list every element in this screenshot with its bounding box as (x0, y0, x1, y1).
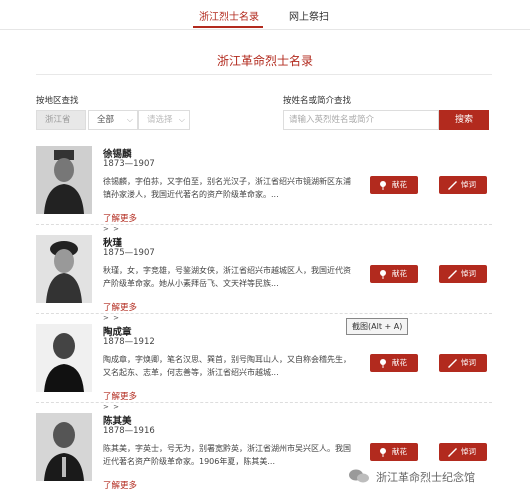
martyr-description: 陶成章，字焕卿，笔名汉思、巽首，别号陶耳山人，又自称会稽先生，又名起东、志革，何… (103, 355, 351, 377)
tab-martyr-list[interactable]: 浙江烈士名录 (199, 8, 259, 23)
more-arrows: > > (103, 403, 120, 411)
wechat-icon (349, 469, 369, 483)
pen-icon (448, 270, 457, 279)
pen-icon (448, 448, 457, 457)
martyr-photo (36, 324, 92, 392)
watermark: 浙江革命烈士纪念馆 (348, 462, 526, 490)
tab-online-memorial[interactable]: 网上祭扫 (289, 8, 329, 23)
martyr-description: 陈其美，字英士，号无为，别署宽黔英，浙江省湖州市吴兴区人。我国近代著名资产阶级革… (103, 444, 351, 466)
screenshot-tooltip: 截图(Alt + A) (346, 318, 409, 335)
tribute-button[interactable]: 悼词 (439, 176, 487, 194)
name-search-label: 按姓名或简介查找 (283, 96, 352, 106)
learn-more-link[interactable]: 了解更多 (103, 301, 137, 313)
top-tab-bar: 浙江烈士名录 网上祭扫 (0, 0, 530, 30)
martyr-name: 徐锡麟 (103, 149, 132, 160)
district-select-value: 请选择 (147, 115, 173, 125)
martyr-photo (36, 413, 92, 481)
province-select[interactable]: 浙江省 (36, 110, 86, 130)
offer-flower-button[interactable]: 献花 (370, 176, 418, 194)
martyr-card: 陶成章 1878—1912 陶成章，字焕卿，笔名汉思、巽首，别号陶耳山人，又自称… (36, 324, 492, 412)
martyr-name: 陶成章 (103, 327, 132, 338)
flower-icon (380, 270, 386, 279)
chevron-down-icon: ⌵ (126, 115, 133, 124)
martyr-card: 徐锡麟 1873—1907 徐锡麟，字伯荪，又字伯至，别名光汉子，浙江省绍兴市镜… (36, 146, 492, 234)
martyr-description: 秋瑾，女，字竞雄，号鉴湖女侠，浙江省绍兴市越城区人，我国近代资产阶级革命家。她从… (103, 266, 351, 288)
martyr-name: 秋瑾 (103, 238, 123, 249)
page-title: 浙江革命烈士名录 (216, 54, 313, 68)
province-select-value: 浙江省 (45, 115, 71, 125)
tribute-button[interactable]: 悼词 (439, 443, 487, 461)
watermark-text: 浙江革命烈士纪念馆 (376, 471, 475, 484)
city-select[interactable]: 全部 ⌵ (88, 110, 138, 130)
search-input[interactable]: 请输入英烈姓名或简介 (283, 110, 439, 130)
martyr-photo (36, 235, 92, 303)
learn-more-link[interactable]: 了解更多 (103, 212, 137, 224)
title-divider (36, 74, 492, 75)
region-filter-label: 按地区查找 (36, 96, 79, 106)
flower-icon (380, 181, 386, 190)
chevron-down-icon: ⌵ (178, 115, 185, 124)
active-tab-indicator (193, 26, 263, 28)
martyr-years: 1878—1912 (103, 337, 155, 347)
more-arrows: > > (103, 225, 120, 233)
learn-more-link[interactable]: 了解更多 (103, 390, 137, 402)
martyr-years: 1878—1916 (103, 426, 155, 436)
martyr-years: 1875—1907 (103, 248, 155, 258)
pen-icon (448, 181, 457, 190)
learn-more-link[interactable]: 了解更多 (103, 479, 137, 491)
district-select[interactable]: 请选择 ⌵ (138, 110, 190, 130)
flower-icon (380, 448, 386, 457)
pen-icon (448, 359, 457, 368)
search-button[interactable]: 搜索 (439, 110, 489, 130)
martyr-photo (36, 146, 92, 214)
offer-flower-button[interactable]: 献花 (370, 265, 418, 283)
martyr-description: 徐锡麟，字伯荪，又字伯至，别名光汉子，浙江省绍兴市镜湖新区东浦镇孙家溇人，我国近… (103, 177, 351, 199)
more-arrows: > > (103, 314, 120, 322)
martyr-years: 1873—1907 (103, 159, 155, 169)
tribute-button[interactable]: 悼词 (439, 265, 487, 283)
martyr-card: 秋瑾 1875—1907 秋瑾，女，字竞雄，号鉴湖女侠，浙江省绍兴市越城区人，我… (36, 235, 492, 323)
flower-icon (380, 359, 386, 368)
offer-flower-button[interactable]: 献花 (370, 443, 418, 461)
city-select-value: 全部 (97, 115, 115, 125)
martyr-name: 陈其美 (103, 416, 132, 427)
tribute-button[interactable]: 悼词 (439, 354, 487, 372)
offer-flower-button[interactable]: 献花 (370, 354, 418, 372)
